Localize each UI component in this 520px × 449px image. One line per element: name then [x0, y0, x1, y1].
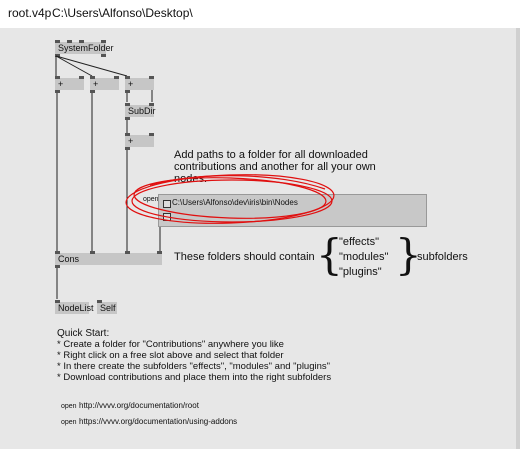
patch-canvas[interactable]: SystemFolder + + + SubDir + Add paths to… — [0, 28, 520, 449]
plus-node-4[interactable]: + — [125, 133, 154, 150]
plus-node-3-label: + — [128, 79, 134, 89]
effects-label: "effects" — [339, 236, 380, 248]
plus-node-3[interactable]: + — [125, 76, 154, 93]
link-1-url[interactable]: http://vvvv.org/documentation/root — [79, 401, 199, 410]
quick-start-step-4: * Download contributions and place them … — [57, 372, 332, 383]
link-2-url[interactable]: https://vvvv.org/documentation/using-add… — [79, 417, 237, 426]
self-node[interactable]: Self — [97, 300, 117, 314]
window-path: C:\Users\Alfonso\Desktop\ — [52, 6, 193, 20]
plugins-label: "plugins" — [339, 266, 382, 278]
nodelist-node[interactable]: NodeList — [55, 300, 94, 314]
subfolders-label: subfolders — [417, 251, 468, 263]
nodelist-label: NodeList — [58, 303, 94, 313]
quick-start-step-3: * In there create the subfolders "effect… — [57, 361, 331, 372]
plus-node-1[interactable]: + — [55, 76, 84, 93]
cons-label: Cons — [58, 254, 80, 264]
folders-should-contain-comment: These folders should contain — [174, 251, 315, 263]
plus-node-2[interactable]: + — [90, 76, 119, 93]
red-annotation-circle — [125, 174, 335, 224]
title-bar: root.v4p C:\Users\Alfonso\Desktop\ — [0, 0, 520, 28]
window-file-name: root.v4p — [8, 6, 52, 20]
self-label: Self — [100, 303, 116, 313]
quick-start-title: Quick Start: — [57, 328, 110, 339]
quick-start-step-1: * Create a folder for "Contributions" an… — [57, 339, 284, 350]
plus-node-2-label: + — [93, 79, 99, 89]
link-1-open[interactable]: open — [61, 403, 77, 410]
subdir-node[interactable]: SubDir — [125, 103, 156, 120]
plus-node-4-label: + — [128, 136, 134, 146]
modules-label: "modules" — [339, 251, 389, 263]
link-2-open[interactable]: open — [61, 419, 77, 426]
quick-start-step-2: * Right click on a free slot above and s… — [57, 350, 284, 361]
plus-node-1-label: + — [58, 79, 64, 89]
cons-node[interactable]: Cons — [55, 251, 162, 268]
subdir-label: SubDir — [128, 106, 156, 116]
